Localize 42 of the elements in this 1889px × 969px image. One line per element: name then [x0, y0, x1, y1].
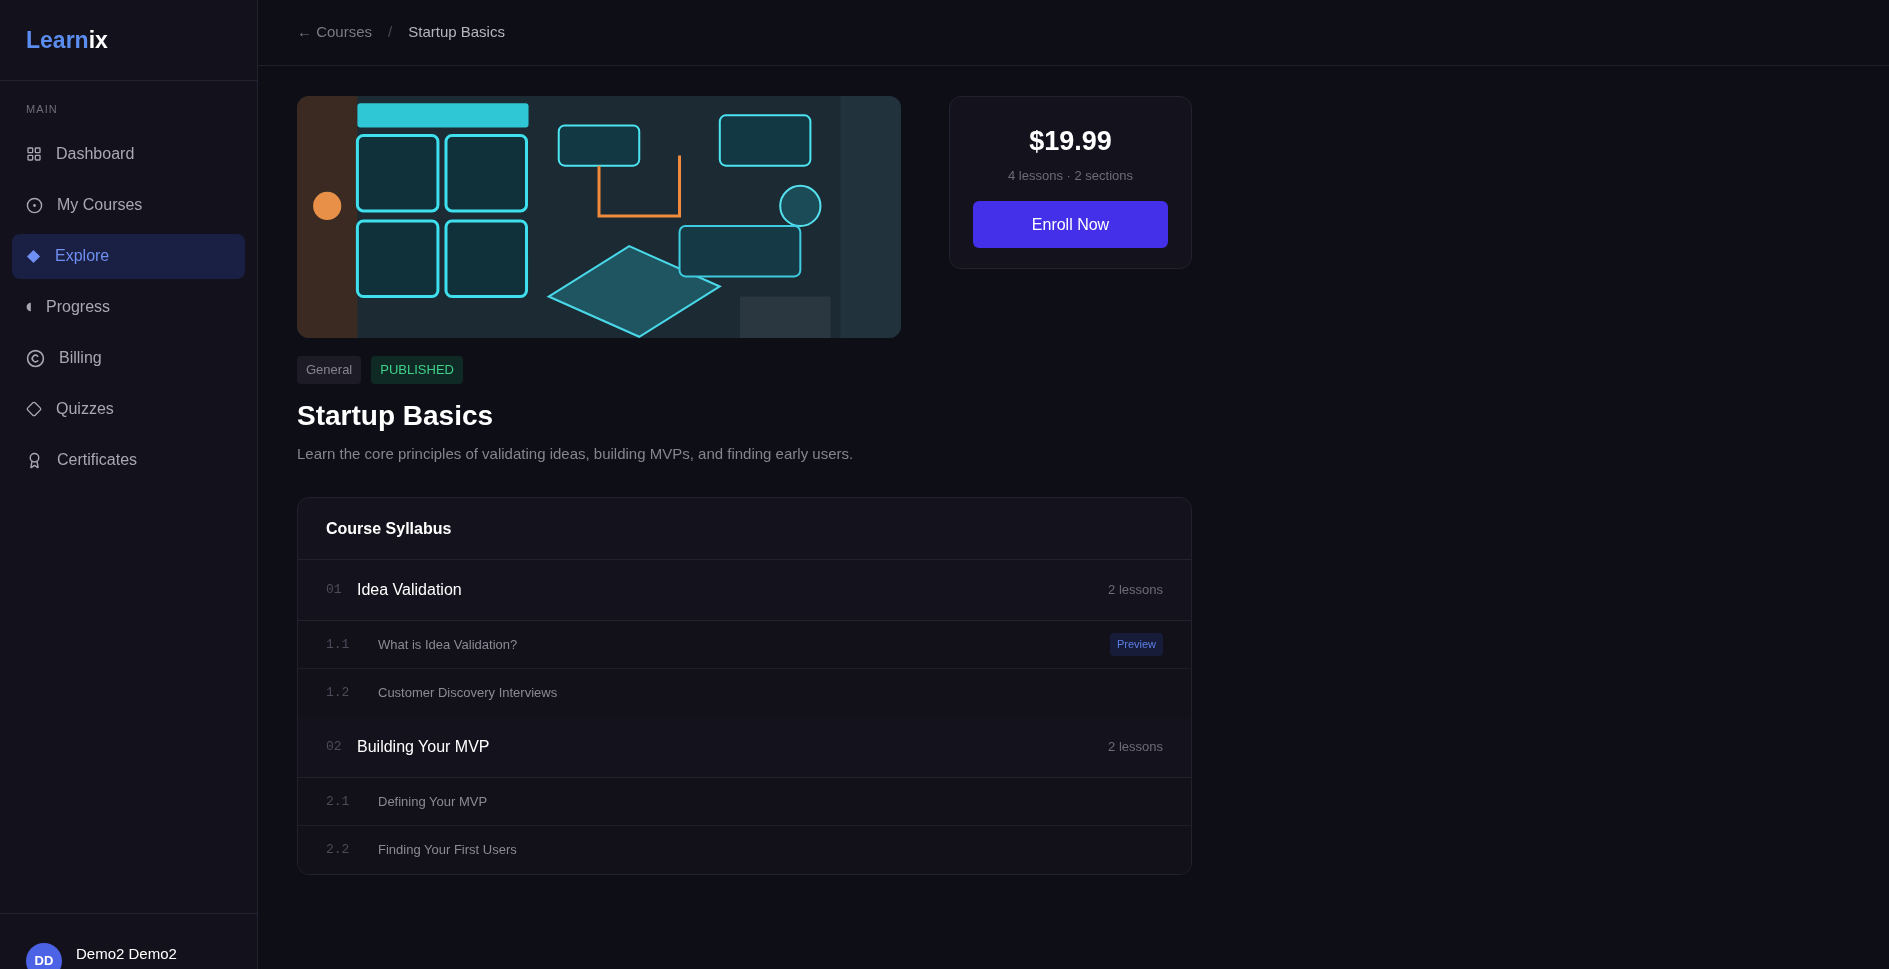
nav-item[interactable]: Progress — [12, 284, 245, 330]
grid-icon — [26, 146, 42, 162]
lesson-title: Finding Your First Users — [378, 841, 518, 860]
lesson-number: 2.1 — [326, 792, 351, 811]
back-link[interactable]: ← Courses — [297, 21, 373, 44]
lesson-number: 1.1 — [326, 635, 351, 654]
lesson-title: Customer Discovery Interviews — [378, 684, 559, 703]
target-icon — [26, 196, 43, 214]
lesson-title: What is Idea Validation? — [378, 635, 519, 654]
nav-item[interactable]: Quizzes — [12, 386, 245, 432]
breadcrumb-separator: / — [388, 22, 393, 43]
category-tag: General — [297, 356, 362, 384]
lesson-number: 2.2 — [326, 841, 351, 860]
nav-item[interactable]: Certificates — [12, 437, 245, 483]
diamond-icon — [26, 248, 41, 264]
logo: Learnix — [26, 25, 108, 55]
lesson-count: 2 lessons — [1108, 581, 1163, 600]
nav-item[interactable]: Billing — [12, 335, 245, 381]
preview-badge: Preview — [1109, 633, 1163, 656]
section-title: Building Your MVP — [357, 737, 491, 757]
course-description: Learn the core principles of validating ideas, building MVPs, and finding early users. — [297, 443, 855, 464]
nav-item[interactable]: Explore — [12, 233, 245, 279]
copyright-icon — [26, 348, 45, 368]
lesson-count: 2 lessons — [1108, 738, 1163, 757]
breadcrumb-current: Startup Basics — [408, 22, 505, 43]
diamond-icon — [26, 401, 42, 417]
user-name: Demo2 Demo2 — [76, 943, 177, 964]
avatar: DD — [26, 943, 62, 969]
section-number: 02 — [326, 738, 343, 757]
price: $19.99 — [1029, 125, 1112, 158]
section-number: 01 — [326, 581, 343, 600]
course-meta: 4 lessons · 2 sections — [1008, 166, 1133, 185]
nav-item[interactable]: My Courses — [12, 182, 245, 228]
course-title: Startup Basics — [297, 398, 495, 433]
enroll-button[interactable]: Enroll Now — [973, 201, 1168, 248]
lesson-number: 1.2 — [326, 684, 351, 703]
status-tag: PUBLISHED — [371, 356, 463, 384]
section-title: Idea Validation — [357, 580, 463, 600]
nav-item[interactable]: Dashboard — [12, 131, 245, 177]
section-label: MAIN — [25, 102, 59, 117]
lesson-title: Defining Your MVP — [378, 792, 489, 811]
syllabus-title: Course Syllabus — [326, 518, 452, 539]
